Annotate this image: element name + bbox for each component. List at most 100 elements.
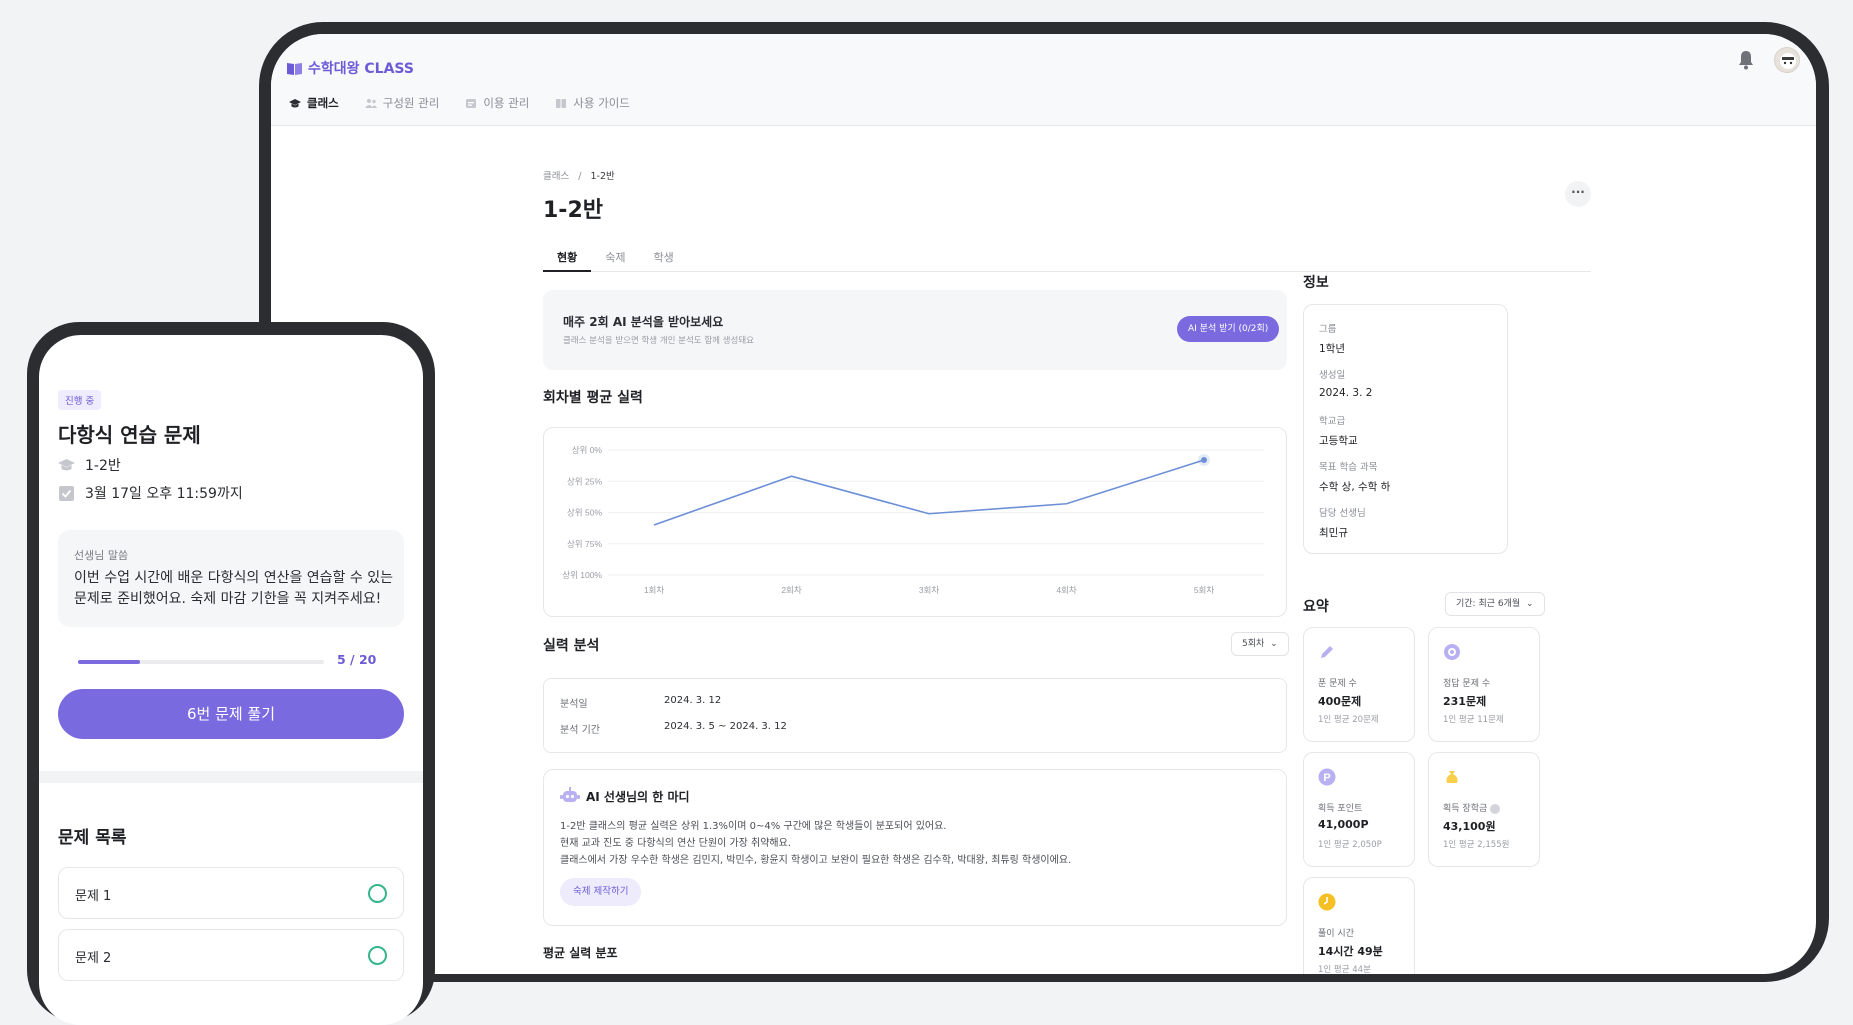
x-tick-label: 2회차 — [781, 585, 802, 595]
info-label: 생성일 — [1319, 370, 1346, 381]
nav-label: 이용 관리 — [483, 96, 530, 110]
info-icon[interactable] — [1490, 803, 1501, 814]
question-list-title: 문제 목록 — [58, 828, 127, 848]
tab-bar: 현황 숙제 학생 — [543, 237, 1591, 272]
ai-teacher-comment: AI 선생님의 한 마디 1-2반 클래스의 평균 실력은 상위 1.3%이며 … — [543, 769, 1287, 926]
more-options-button[interactable]: ··· — [1565, 181, 1591, 207]
summary-card: 푼 문제 수 400문제 1인 평균 20문제 — [1303, 627, 1415, 742]
get-ai-analysis-button[interactable]: AI 분석 받기 (0/2회) — [1177, 316, 1280, 342]
period-select-value: 기간: 최근 6개월 — [1456, 599, 1521, 609]
round-select[interactable]: 5회차 ⌄ — [1231, 632, 1289, 656]
memo-text: 이번 수업 시간에 배운 다항식의 연산을 연습할 수 있는 문제로 준비했어요… — [74, 570, 393, 607]
info-item: 목표 학습 과목 수학 상, 수학 하 — [1319, 459, 1390, 494]
card-label: 풀이 시간 — [1318, 929, 1354, 939]
chart-section-title: 회차별 평균 실력 — [543, 390, 643, 406]
y-tick-label: 상위 0% — [572, 445, 603, 455]
card-label: 정답 문제 수 — [1443, 679, 1491, 689]
data-point[interactable] — [1201, 457, 1207, 463]
nav-item-guide[interactable]: 사용 가이드 — [555, 95, 630, 111]
y-tick-label: 상위 100% — [562, 570, 602, 580]
info-item: 담당 선생님 최민규 — [1319, 505, 1366, 540]
info-label: 그룹 — [1319, 324, 1337, 335]
phone-screen: 진행 중 다항식 연습 문제 1-2반 3월 17일 오후 11:59까지 선생… — [39, 335, 423, 1025]
line-chart-card: 상위 0% 상위 25% 상위 50% 상위 75% 상위 100% 1회차 2회차 3회차 4… — [543, 427, 1287, 617]
analysis-title: 실력 분석 — [543, 638, 600, 654]
create-homework-button[interactable]: 숙제 제작하기 — [560, 878, 642, 906]
breadcrumb-root[interactable]: 클래스 — [543, 171, 569, 182]
info-card: 그룹 1학년 생성일 2024. 3. 2 학교급 고등학교 목표 학습 과목 … — [1303, 304, 1508, 554]
memo-label: 선생님 말씀 — [74, 549, 129, 562]
phone-device: 진행 중 다항식 연습 문제 1-2반 3월 17일 오후 11:59까지 선생… — [27, 322, 435, 1025]
ai-comment-line: 현재 교과 진도 중 다항식의 연산 단원이 가장 취약해요. — [560, 838, 792, 849]
section-divider — [39, 771, 423, 783]
nav-item-members[interactable]: 구성원 관리 — [364, 95, 439, 111]
ai-comment-header: AI 선생님의 한 마디 — [560, 787, 690, 805]
x-tick-label: 3회차 — [919, 585, 940, 595]
clock-icon — [1318, 893, 1336, 911]
info-label: 학교급 — [1319, 416, 1346, 427]
analysis-details: 분석일 2024. 3. 12 분석 기간 2024. 3. 5 ~ 2024.… — [543, 678, 1287, 753]
graduation-cap-icon — [58, 458, 75, 470]
tablet-device: 수학대왕 CLASS 클래스 구성원 관리 이용 관리 사용 가이드 클래스 /… — [259, 22, 1829, 982]
tab-students[interactable]: 학생 — [640, 237, 688, 272]
analysis-key: 분석일 — [560, 699, 588, 710]
card-sub: 1인 평균 2,155원 — [1443, 840, 1510, 850]
tab-status[interactable]: 현황 — [543, 237, 592, 272]
info-label: 목표 학습 과목 — [1319, 462, 1378, 473]
card-label: 푼 문제 수 — [1318, 679, 1357, 689]
card-sub: 1인 평균 11문제 — [1443, 715, 1504, 725]
x-tick-label: 5회차 — [1194, 585, 1215, 595]
y-tick-label: 상위 75% — [567, 539, 602, 549]
distribution-title: 평균 실력 분포 — [543, 946, 618, 960]
breadcrumb-current: 1-2반 — [590, 171, 615, 182]
analysis-key: 분석 기간 — [560, 725, 600, 736]
page-title: 1-2반 — [543, 198, 603, 223]
class-row: 1-2반 — [58, 455, 121, 475]
summary-card: 풀이 시간 14시간 49분 1인 평균 44분 — [1303, 877, 1415, 974]
card-label: 획득 장학금 — [1443, 801, 1501, 814]
question-item[interactable]: 문제 1 — [58, 867, 404, 919]
summary-card: 획득 장학금 43,100원 1인 평균 2,155원 — [1428, 752, 1540, 867]
users-icon — [364, 98, 377, 108]
main-nav: 클래스 구성원 관리 이용 관리 사용 가이드 — [289, 95, 630, 111]
card-label: 획득 포인트 — [1318, 804, 1363, 814]
nav-item-class[interactable]: 클래스 — [289, 95, 339, 111]
info-item: 생성일 2024. 3. 2 — [1319, 367, 1372, 399]
nav-label: 클래스 — [307, 96, 339, 110]
info-item: 그룹 1학년 — [1319, 321, 1345, 356]
question-item[interactable]: 문제 2 — [58, 929, 404, 981]
status-circle-icon — [368, 884, 387, 903]
target-icon — [1444, 644, 1460, 660]
y-tick-label: 상위 25% — [567, 476, 602, 486]
info-title: 정보 — [1303, 275, 1329, 291]
brand-name: 수학대왕 CLASS — [308, 61, 414, 77]
breadcrumb: 클래스 / 1-2반 — [543, 168, 615, 182]
card-sub: 1인 평균 44분 — [1318, 965, 1371, 974]
brand-logo[interactable]: 수학대왕 CLASS — [287, 58, 414, 78]
user-avatar[interactable] — [1774, 47, 1800, 73]
tab-homework[interactable]: 숙제 — [591, 237, 639, 272]
ai-comment-line: 클래스에서 가장 우수한 학생은 김민지, 박민수, 황윤지 학생이고 보완이 … — [560, 855, 1072, 866]
banner-subtitle: 클래스 분석을 받으면 학생 개인 분석도 함께 생성돼요 — [563, 336, 754, 346]
period-select[interactable]: 기간: 최근 6개월 ⌄ — [1445, 592, 1545, 616]
card-label-text: 획득 장학금 — [1443, 804, 1488, 814]
question-label: 문제 2 — [75, 951, 112, 966]
top-bar: 수학대왕 CLASS 클래스 구성원 관리 이용 관리 사용 가이드 — [271, 34, 1816, 126]
info-value: 최민규 — [1319, 527, 1348, 539]
progress-text: 5 / 20 — [337, 652, 377, 667]
homework-title: 다항식 연습 문제 — [58, 423, 201, 447]
x-tick-label: 4회차 — [1056, 585, 1077, 595]
guide-icon — [556, 98, 567, 108]
breadcrumb-sep: / — [578, 171, 582, 182]
nav-item-usage[interactable]: 이용 관리 — [465, 95, 529, 111]
graduation-cap-icon — [289, 98, 301, 107]
question-label: 문제 1 — [75, 889, 112, 904]
card-value: 43,100원 — [1443, 820, 1496, 833]
info-label: 담당 선생님 — [1319, 508, 1366, 519]
line-chart: 상위 0% 상위 25% 상위 50% 상위 75% 상위 100% 1회차 2회차 3회차 4… — [562, 445, 1264, 595]
solve-question-button[interactable]: 6번 문제 풀기 — [58, 689, 404, 739]
series-line — [653, 459, 1205, 526]
bell-icon[interactable] — [1738, 50, 1754, 70]
x-tick-label: 1회차 — [644, 585, 665, 595]
info-item: 학교급 고등학교 — [1319, 413, 1358, 448]
